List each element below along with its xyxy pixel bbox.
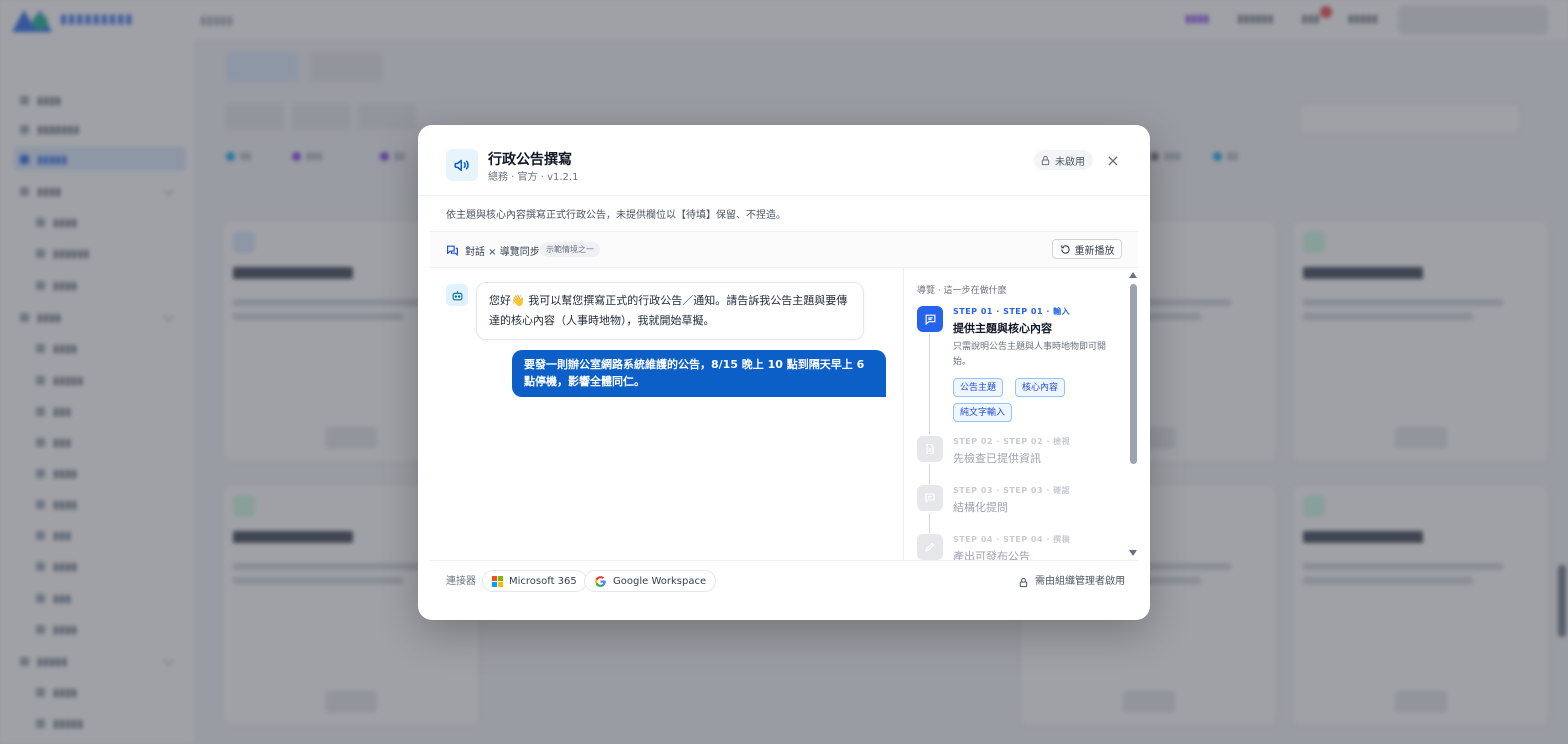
connector-google-workspace[interactable]: Google Workspace [584,570,717,592]
message-square-icon [917,306,943,332]
step-title: 產出可發布公告 [953,550,1030,560]
demo-scenario-tag: 示範情境之一 [540,242,600,257]
step-tag: 核心內容 [1015,378,1066,397]
step-connector [929,513,930,533]
step-title: 結構化提問 [953,501,1008,514]
document-icon [917,436,943,462]
status-badge: 未啟用 [1034,150,1093,170]
scroll-down-icon[interactable] [1129,550,1137,556]
lock-icon [1019,577,1028,587]
step-label: STEP 01 · STEP 01 · 輸入 [953,307,1071,316]
google-logo-icon [595,575,606,587]
modal-description: 依主題與核心內容撰寫正式行政公告，未提供欄位以【待填】保留、不捏造。 [446,210,786,221]
step-label: STEP 03 · STEP 03 · 確認 [953,486,1071,495]
status-badge-label: 未啟用 [1055,156,1085,168]
step-connector [929,334,930,434]
replay-label: 重新播放 [1074,245,1115,257]
user-message: 要發一則辦公室網路系統維護的公告，8/15 晚上 10 點到隔天早上 6 點停機… [512,350,886,397]
scroll-up-icon[interactable] [1129,272,1137,278]
step-title: 先檢查已提供資訊 [953,452,1041,465]
modal-header: 行政公告撰寫 總務 · 官方 · v1.2.1 未啟用 × [418,125,1150,196]
modal-meta: 總務 · 官方 · v1.2.1 [488,172,579,183]
megaphone-icon [446,149,478,181]
agent-detail-modal: 行政公告撰寫 總務 · 官方 · v1.2.1 未啟用 × 依主題與核心內容撰寫… [418,125,1150,620]
step-title: 提供主題與核心內容 [953,322,1052,335]
microsoft-logo-icon [492,575,503,587]
step-connector [929,464,930,484]
demo-toolbar: 對話 × 導覽同步 示範情境之一 重新播放 [430,232,1138,268]
demo-label-text: 對話 × 導覽同步 [465,247,540,258]
admin-enable-note: 需由組織管理者啟用 [1018,572,1125,592]
replay-icon [1060,244,1070,254]
close-icon: × [1106,150,1120,170]
guide-heading: 導覽 · 這一步在做什麼 [917,286,1007,296]
robot-icon [446,284,468,306]
guide-scrollbar-thumb[interactable] [1130,284,1137,464]
modal-footer: 連接器 Microsoft 365 Google Workspace 需由組織管… [418,561,1150,611]
guide-panel: 導覽 · 這一步在做什麼 STEP 01 · STEP 01 · 輸入 提供主題… [903,268,1139,560]
step-tag: 純文字輸入 [953,403,1013,422]
modal-title: 行政公告撰寫 [488,152,572,168]
pencil-icon [917,534,943,560]
demo-panel: 對話 × 導覽同步 示範情境之一 重新播放 您好👋 我可以幫您撰寫正式的行政公告… [430,231,1139,561]
demo-label: 對話 × 導覽同步 [446,243,540,258]
admin-enable-note-text: 需由組織管理者啟用 [1035,576,1125,587]
chat-bubbles-icon [447,245,458,257]
message-square-icon [917,485,943,511]
connector-microsoft-365[interactable]: Microsoft 365 [482,570,587,592]
lock-icon [1041,155,1050,165]
bot-message: 您好👋 我可以幫您撰寫正式的行政公告／通知。請告訴我公告主題與要傳達的核心內容（… [476,282,864,340]
connector-label: Microsoft 365 [509,575,577,587]
step-label: STEP 02 · STEP 02 · 檢視 [953,437,1071,446]
close-button[interactable]: × [1102,149,1124,171]
chat-preview: 您好👋 我可以幫您撰寫正式的行政公告／通知。請告訴我公告主題與要傳達的核心內容（… [430,268,902,560]
step-label: STEP 04 · STEP 04 · 撰稿 [953,535,1071,544]
connectors-label: 連接器 [446,576,476,587]
step-tag: 公告主題 [953,378,1004,397]
step-description: 只需說明公告主題與人事時地物即可開始。 [953,342,1107,367]
connector-label: Google Workspace [613,575,707,587]
replay-button[interactable]: 重新播放 [1052,239,1122,259]
